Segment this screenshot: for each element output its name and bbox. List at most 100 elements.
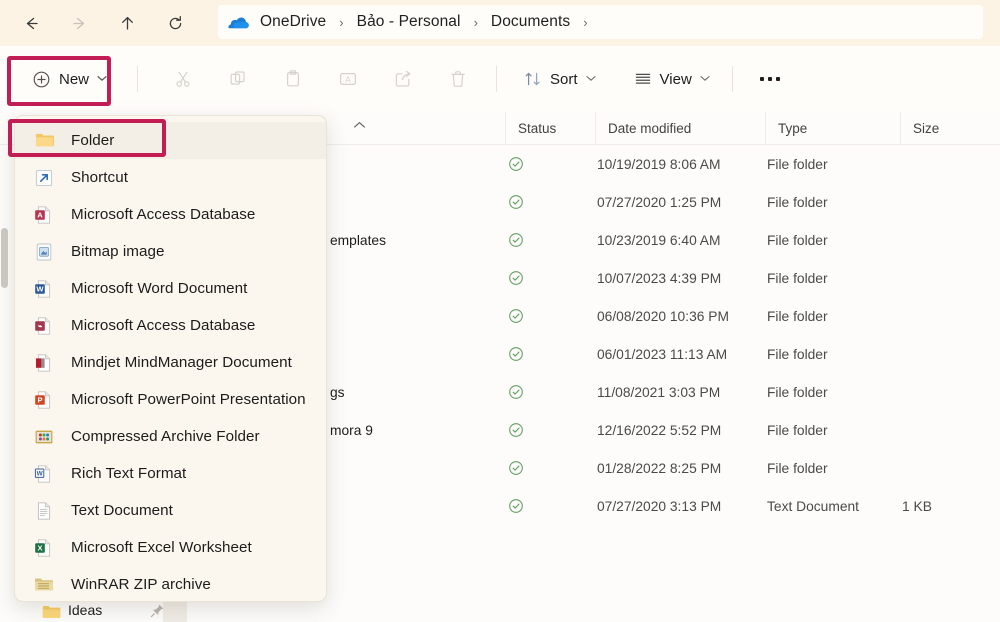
sort-button[interactable]: Sort xyxy=(514,62,606,96)
pin-icon[interactable] xyxy=(150,603,165,622)
sort-ascending-icon xyxy=(353,120,366,132)
row-type: File folder xyxy=(767,449,828,487)
row-type: File folder xyxy=(767,373,828,411)
menu-item-label: Text Document xyxy=(71,502,173,519)
menu-item-label: Microsoft PowerPoint Presentation xyxy=(71,391,306,408)
row-date-modified: 01/28/2022 8:25 PM xyxy=(597,449,721,487)
column-header-type-label: Type xyxy=(778,121,807,136)
column-header-date-label: Date modified xyxy=(608,121,691,136)
sync-status-icon xyxy=(505,335,595,373)
paste-icon[interactable] xyxy=(273,61,313,97)
row-type: File folder xyxy=(767,221,828,259)
forward-icon[interactable] xyxy=(66,10,92,36)
column-header-status[interactable]: Status xyxy=(505,112,595,145)
copy-icon[interactable] xyxy=(218,61,258,97)
navigation-buttons xyxy=(0,10,188,36)
menu-item-rich-text-format[interactable]: WRich Text Format xyxy=(15,455,326,492)
archive-icon xyxy=(33,426,55,448)
dot xyxy=(760,77,764,81)
dot xyxy=(776,77,780,81)
access-icon: A xyxy=(33,204,55,226)
sync-status-icon xyxy=(505,411,595,449)
clipboard-tools: A xyxy=(163,61,478,97)
menu-item-label: Microsoft Access Database xyxy=(71,206,255,223)
menu-item-bitmap-image[interactable]: Bitmap image xyxy=(15,233,326,270)
menu-item-label: Microsoft Excel Worksheet xyxy=(71,539,252,556)
chevron-down-icon[interactable] xyxy=(97,75,107,85)
row-type: File folder xyxy=(767,335,828,373)
row-date-modified: 10/23/2019 6:40 AM xyxy=(597,221,721,259)
menu-item-mindjet-mindmanager-document[interactable]: Mindjet MindManager Document xyxy=(15,344,326,381)
view-button[interactable]: View xyxy=(624,62,720,96)
menu-item-text-document[interactable]: Text Document xyxy=(15,492,326,529)
share-icon[interactable] xyxy=(383,61,423,97)
row-date-modified: 07/27/2020 1:25 PM xyxy=(597,183,721,221)
sync-status-icon xyxy=(505,183,595,221)
row-name: mora 9 xyxy=(330,411,373,449)
column-header-size[interactable]: Size xyxy=(900,112,1000,145)
sync-status-icon xyxy=(505,449,595,487)
breadcrumb-separator-trailing[interactable]: › xyxy=(574,15,596,30)
sync-status-icon xyxy=(505,145,595,183)
breadcrumb-item-personal[interactable]: Bảo - Personal xyxy=(353,11,465,33)
menu-item-microsoft-excel-worksheet[interactable]: X Microsoft Excel Worksheet xyxy=(15,529,326,566)
vertical-scrollbar-thumb[interactable] xyxy=(1,228,8,288)
shortcut-icon xyxy=(33,167,55,189)
menu-item-microsoft-powerpoint-presentation[interactable]: PMicrosoft PowerPoint Presentation xyxy=(15,381,326,418)
row-date-modified: 12/16/2022 5:52 PM xyxy=(597,411,721,449)
row-date-modified: 06/08/2020 10:36 PM xyxy=(597,297,729,335)
svg-text:A: A xyxy=(37,210,43,219)
svg-text:W: W xyxy=(37,470,44,477)
column-header-status-label: Status xyxy=(518,121,556,136)
rename-icon[interactable]: A xyxy=(328,61,368,97)
column-header-size-label: Size xyxy=(913,121,939,136)
plus-circle-icon xyxy=(32,70,51,89)
menu-item-microsoft-word-document[interactable]: W Microsoft Word Document xyxy=(15,270,326,307)
column-header-date-modified[interactable]: Date modified xyxy=(595,112,765,145)
pinned-row-ideas[interactable]: Ideas xyxy=(0,600,1000,622)
breadcrumb-item-onedrive[interactable]: OneDrive xyxy=(256,11,330,33)
row-type: Text Document xyxy=(767,487,859,525)
sync-status-icon xyxy=(505,297,595,335)
row-date-modified: 10/07/2023 4:39 PM xyxy=(597,259,721,297)
chevron-down-icon[interactable] xyxy=(700,75,710,85)
row-date-modified: 11/08/2021 3:03 PM xyxy=(597,373,720,411)
menu-item-microsoft-access-database[interactable]: A Microsoft Access Database xyxy=(15,196,326,233)
svg-text:⌁: ⌁ xyxy=(38,321,43,330)
row-type: File folder xyxy=(767,145,828,183)
folder-icon xyxy=(42,604,61,622)
view-lines-icon xyxy=(634,70,652,88)
excel-icon: X xyxy=(33,537,55,559)
menu-item-compressed-archive-folder[interactable]: Compressed Archive Folder xyxy=(15,418,326,455)
menu-item-folder[interactable]: Folder xyxy=(15,122,326,159)
address-bar[interactable]: OneDrive › Bảo - Personal › Documents › xyxy=(218,5,983,39)
chevron-down-icon[interactable] xyxy=(586,75,596,85)
new-button[interactable]: New xyxy=(22,62,119,96)
breadcrumb-separator: › xyxy=(465,15,487,30)
menu-item-shortcut[interactable]: Shortcut xyxy=(15,159,326,196)
refresh-icon[interactable] xyxy=(162,10,188,36)
svg-text:W: W xyxy=(36,284,44,293)
sync-status-icon xyxy=(505,259,595,297)
back-icon[interactable] xyxy=(18,10,44,36)
delete-icon[interactable] xyxy=(438,61,478,97)
column-header-type[interactable]: Type xyxy=(765,112,900,145)
cut-icon[interactable] xyxy=(163,61,203,97)
text-icon xyxy=(33,500,55,522)
menu-item-winrar-zip-archive[interactable]: WinRAR ZIP archive xyxy=(15,566,326,602)
see-more-button[interactable] xyxy=(750,62,790,96)
row-selection-block xyxy=(163,600,187,622)
menu-item-label: Microsoft Word Document xyxy=(71,280,247,297)
bitmap-icon xyxy=(33,241,55,263)
up-icon[interactable] xyxy=(114,10,140,36)
breadcrumb-item-documents[interactable]: Documents xyxy=(487,11,574,33)
toolbar-divider xyxy=(732,66,733,92)
title-bar: OneDrive › Bảo - Personal › Documents › xyxy=(0,0,1000,46)
menu-item-label: Bitmap image xyxy=(71,243,164,260)
file-explorer-window: OneDrive › Bảo - Personal › Documents › … xyxy=(0,0,1000,622)
row-type: File folder xyxy=(767,411,828,449)
svg-text:A: A xyxy=(345,74,351,84)
menu-item-label: Folder xyxy=(71,132,114,149)
menu-item-microsoft-access-database[interactable]: ⌁Microsoft Access Database xyxy=(15,307,326,344)
breadcrumb-separator: › xyxy=(330,15,352,30)
